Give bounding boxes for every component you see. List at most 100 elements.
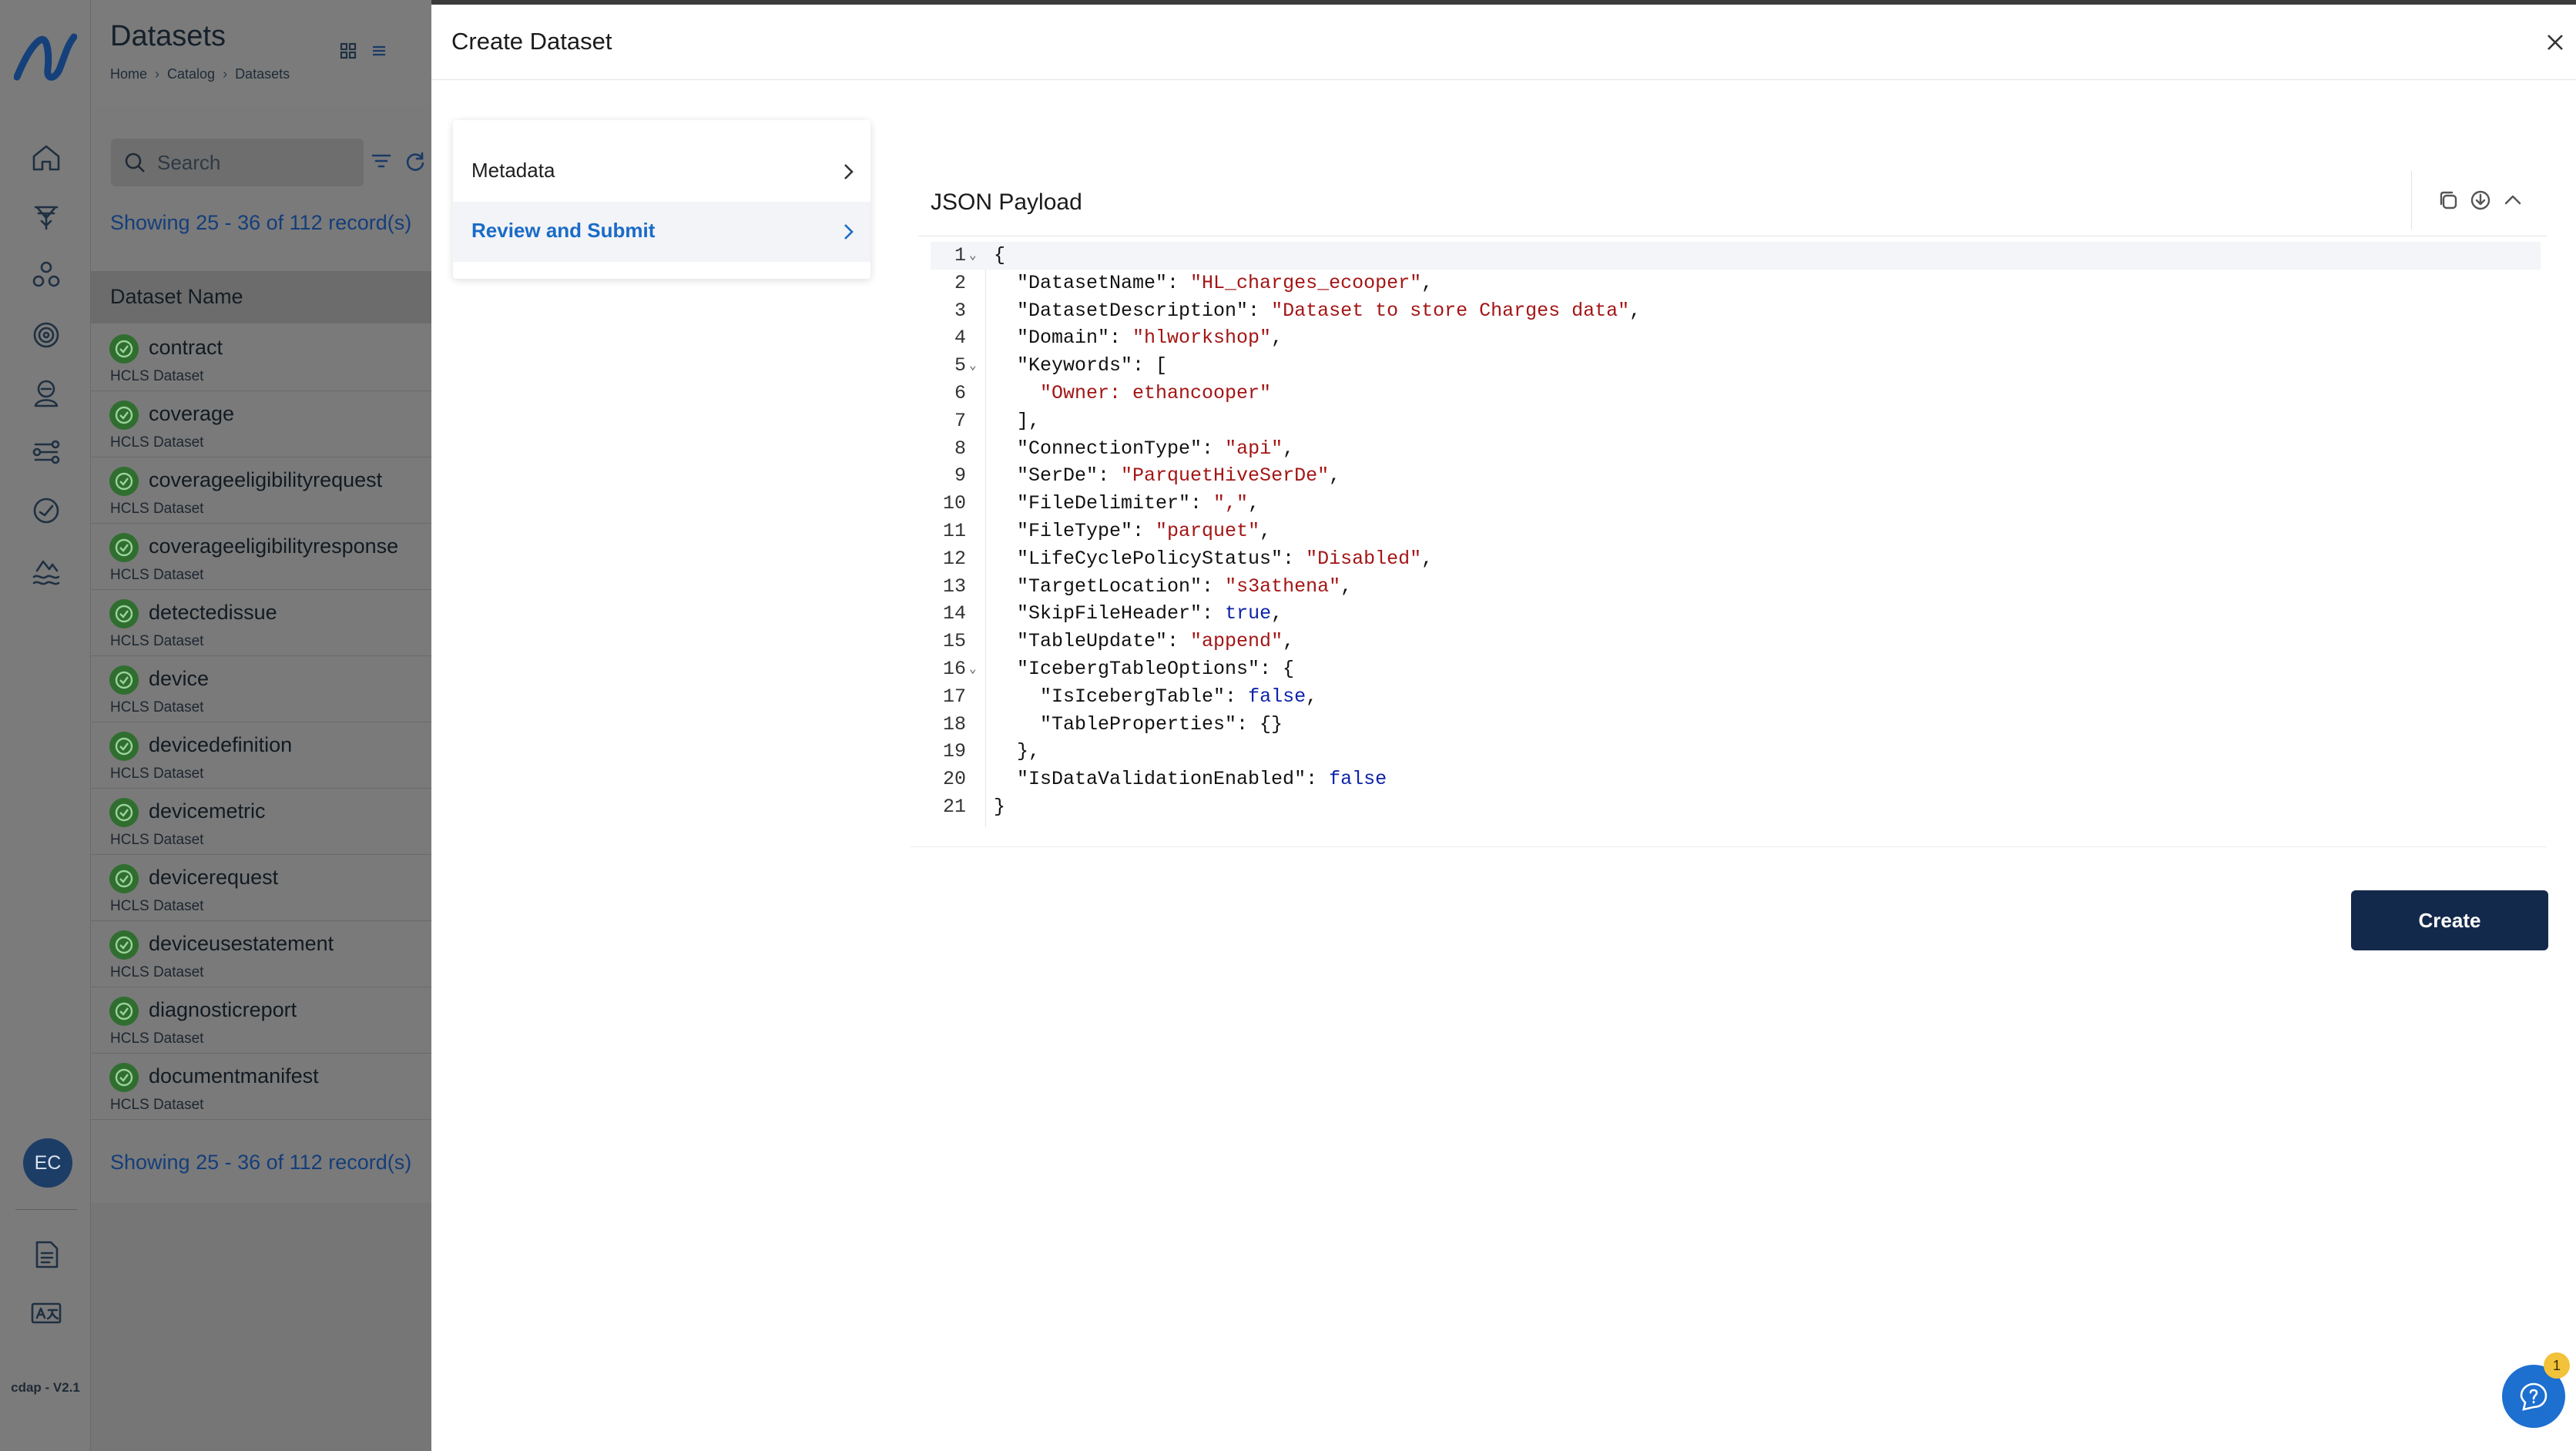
line-number: 5 xyxy=(954,354,966,377)
list-item[interactable]: device HCLS Dataset xyxy=(91,656,431,722)
code-text: "SerDe": "ParquetHiveSerDe", xyxy=(994,464,1341,488)
search-icon xyxy=(125,152,145,173)
list-item[interactable]: contract HCLS Dataset xyxy=(91,325,431,391)
code-text: "FileType": "parquet", xyxy=(994,520,1272,542)
dataset-type: HCLS Dataset xyxy=(110,699,204,715)
dataset-name: deviceusestatement xyxy=(149,932,334,955)
line-number: 6 xyxy=(954,382,966,404)
code-text: "DatasetName": "HL_charges_ecooper", xyxy=(994,271,1434,294)
grid-view-icon[interactable] xyxy=(339,42,357,60)
target-icon[interactable] xyxy=(29,317,64,353)
list-item[interactable]: diagnosticreport HCLS Dataset xyxy=(91,987,431,1054)
code-line: 11 "FileType": "parquet", xyxy=(931,518,2541,545)
monitor-icon[interactable] xyxy=(29,493,64,528)
list-view-icon[interactable] xyxy=(370,42,388,60)
fold-toggle-icon[interactable]: ⌄ xyxy=(969,353,981,380)
dialog-header: Create Dataset xyxy=(431,5,2576,80)
step-metadata[interactable]: Metadata xyxy=(453,142,870,202)
line-number: 14 xyxy=(942,602,966,625)
refresh-icon[interactable] xyxy=(404,149,427,173)
records-count-top: Showing 25 - 36 of 112 record(s) xyxy=(110,211,412,234)
step-review-and-submit[interactable]: Review and Submit xyxy=(453,202,870,262)
filter-icon[interactable] xyxy=(370,149,393,173)
code-line: 21} xyxy=(931,793,2541,821)
chevron-up-icon[interactable] xyxy=(2501,189,2524,212)
chevron-right-icon xyxy=(838,160,858,183)
copy-icon[interactable] xyxy=(2437,189,2460,212)
app-sidebar: EC cdap - V2.1 xyxy=(0,0,91,1451)
document-icon[interactable] xyxy=(29,1237,64,1272)
line-number: 19 xyxy=(942,740,966,763)
search-input[interactable] xyxy=(157,148,350,177)
code-line: 18 "TableProperties": {} xyxy=(931,711,2541,739)
close-button[interactable] xyxy=(2544,31,2567,54)
line-number: 2 xyxy=(954,271,966,294)
code-line: 5 ⌄ "Keywords": [ xyxy=(931,352,2541,380)
code-text: "SkipFileHeader": true, xyxy=(994,602,1283,625)
line-number: 9 xyxy=(954,464,966,488)
line-number: 17 xyxy=(942,685,966,708)
dataset-name: coverage xyxy=(149,402,235,425)
column-header-dataset-name[interactable]: Dataset Name xyxy=(110,285,243,309)
groups-icon[interactable] xyxy=(29,257,64,293)
list-item[interactable]: coverageeligibilityrequest HCLS Dataset xyxy=(91,457,431,524)
app-version: cdap - V2.1 xyxy=(11,1380,80,1395)
fold-toggle-icon[interactable]: ⌄ xyxy=(969,656,981,684)
dataset-list: contract HCLS Dataset coverage HCLS Dataset… xyxy=(91,325,431,1120)
dataset-type: HCLS Dataset xyxy=(110,434,204,451)
step-label: Metadata xyxy=(471,159,555,182)
fold-toggle-icon[interactable]: ⌄ xyxy=(969,243,981,270)
dataset-type: HCLS Dataset xyxy=(110,567,204,583)
table-header: Dataset Name xyxy=(91,271,431,323)
translate-icon[interactable] xyxy=(29,1295,64,1331)
lake-icon[interactable] xyxy=(29,553,64,588)
code-line: 2 "DatasetName": "HL_charges_ecooper", xyxy=(931,270,2541,297)
code-text: "IsDataValidationEnabled": false xyxy=(994,768,1387,791)
json-editor[interactable]: 1 ⌄{2 "DatasetName": "HL_charges_ecooper"… xyxy=(931,242,2541,827)
list-item[interactable]: detectedissue HCLS Dataset xyxy=(91,590,431,656)
user-avatar[interactable]: EC xyxy=(23,1138,72,1188)
dataset-name: documentmanifest xyxy=(149,1064,319,1087)
line-number: 15 xyxy=(942,630,966,653)
status-check-icon xyxy=(109,599,139,628)
list-item[interactable]: deviceusestatement HCLS Dataset xyxy=(91,921,431,987)
breadcrumb-catalog[interactable]: Catalog xyxy=(167,66,215,82)
dataset-name: devicemetric xyxy=(149,799,266,823)
list-item[interactable]: coverage HCLS Dataset xyxy=(91,391,431,457)
code-line: 14 "SkipFileHeader": true, xyxy=(931,600,2541,628)
code-text: ], xyxy=(994,409,1041,432)
json-toolbar xyxy=(2411,171,2547,230)
code-text: "IsIcebergTable": false, xyxy=(994,685,1318,708)
pipeline-icon[interactable] xyxy=(29,434,64,470)
line-number: 8 xyxy=(954,437,966,460)
breadcrumb-home[interactable]: Home xyxy=(110,66,147,82)
dataset-name: coverageeligibilityrequest xyxy=(149,468,383,491)
page-title: Datasets xyxy=(110,20,226,52)
list-item[interactable]: devicemetric HCLS Dataset xyxy=(91,789,431,855)
breadcrumb: Home › Catalog › Datasets xyxy=(110,66,290,82)
create-dataset-dialog: Create Dataset Metadata Review and Submi… xyxy=(431,5,2576,1451)
dialog-title: Create Dataset xyxy=(451,28,612,55)
code-line: 1 ⌄ { xyxy=(931,242,2541,270)
code-line: 8 "ConnectionType": "api", xyxy=(931,435,2541,463)
line-number: 1 xyxy=(954,244,966,266)
download-icon[interactable] xyxy=(2469,189,2492,212)
close-icon xyxy=(2547,35,2563,50)
line-number: 7 xyxy=(954,409,966,432)
code-line: 12 "LifeCyclePolicyStatus": "Disabled", xyxy=(931,545,2541,573)
home-icon[interactable] xyxy=(29,140,64,176)
ingestion-icon[interactable] xyxy=(29,199,64,234)
list-item[interactable]: coverageeligibilityresponse HCLS Dataset xyxy=(91,524,431,590)
panel-header: Datasets Home › Catalog › Datasets xyxy=(91,0,431,106)
create-button[interactable]: Create xyxy=(2351,890,2548,950)
dataset-type: HCLS Dataset xyxy=(110,501,204,517)
line-number: 10 xyxy=(942,492,966,515)
status-check-icon xyxy=(109,930,139,960)
governance-icon[interactable] xyxy=(29,376,64,411)
list-item[interactable]: devicedefinition HCLS Dataset xyxy=(91,722,431,789)
list-item[interactable]: devicerequest HCLS Dataset xyxy=(91,855,431,921)
app-logo[interactable] xyxy=(13,29,78,88)
dataset-name: devicedefinition xyxy=(149,733,293,756)
dataset-name: devicerequest xyxy=(149,866,279,889)
list-item[interactable]: documentmanifest HCLS Dataset xyxy=(91,1054,431,1120)
